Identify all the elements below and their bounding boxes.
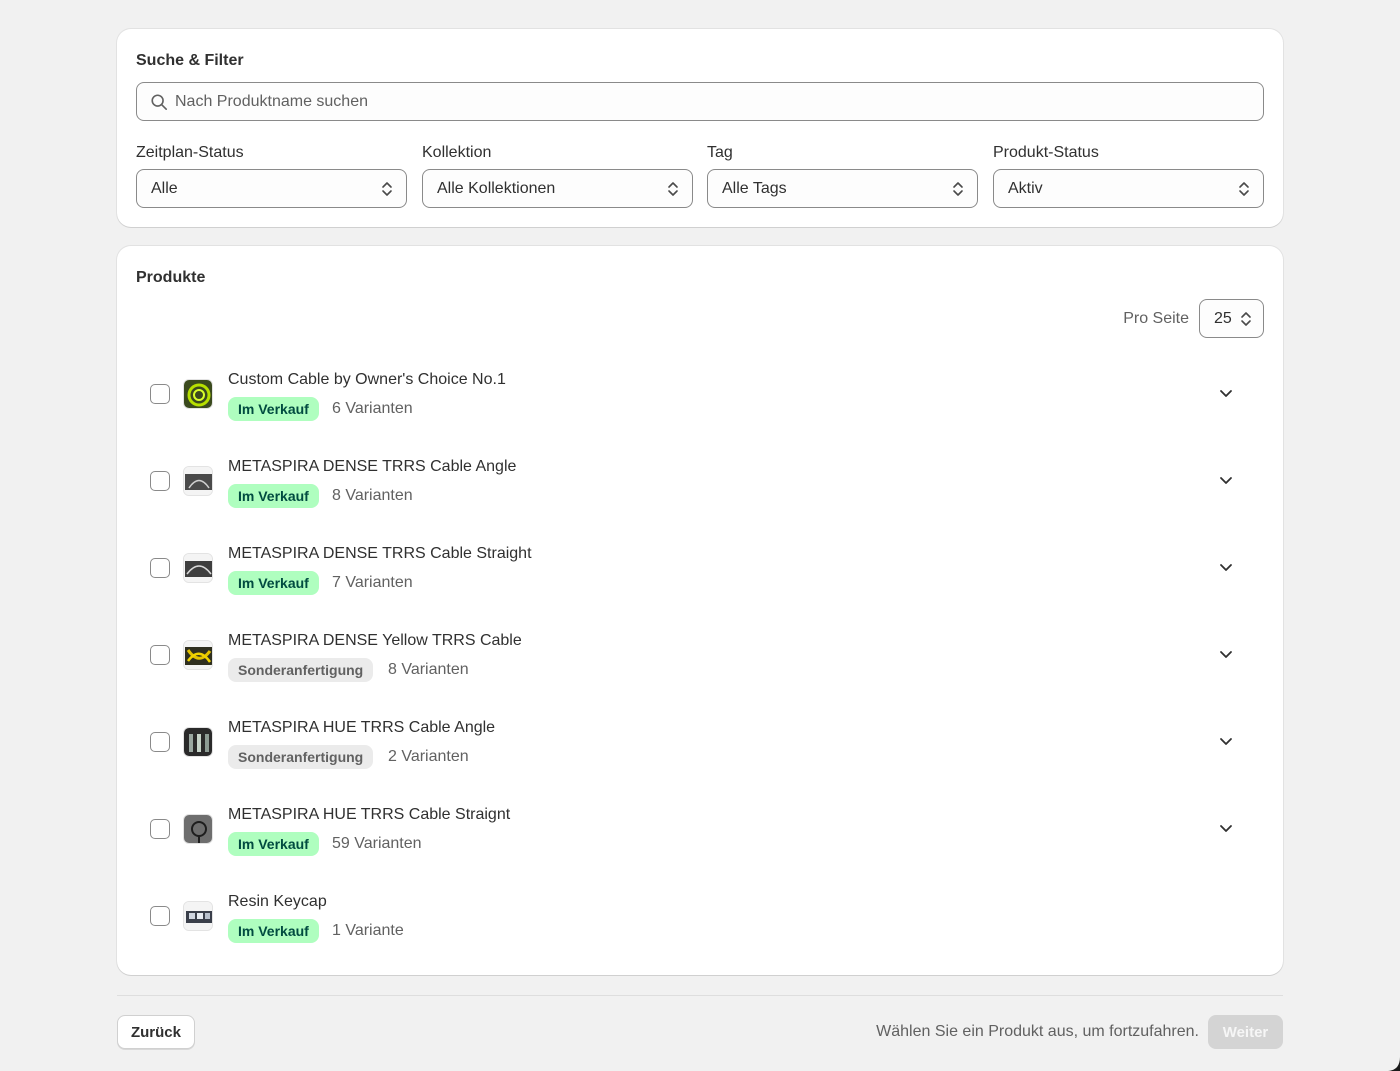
- variant-count: 2 Varianten: [388, 748, 469, 765]
- product-row[interactable]: METASPIRA HUE TRRS Cable Straignt Im Ver…: [136, 782, 1264, 869]
- chevron-down-icon[interactable]: [1218, 733, 1234, 749]
- collection-label: Kollektion: [422, 144, 492, 161]
- select-updown-icon: [668, 182, 678, 196]
- product-title[interactable]: METASPIRA HUE TRRS Cable Straignt: [228, 806, 510, 824]
- select-updown-icon: [1239, 182, 1249, 196]
- select-updown-icon: [382, 182, 392, 196]
- product-title[interactable]: METASPIRA HUE TRRS Cable Angle: [228, 719, 495, 737]
- footer-divider: [117, 995, 1283, 996]
- product-thumbnail: [183, 553, 213, 583]
- product-status-select[interactable]: Aktiv: [993, 169, 1264, 208]
- product-checkbox[interactable]: [150, 906, 170, 926]
- schedule-status-select[interactable]: Alle: [136, 169, 407, 208]
- status-badge: Im Verkauf: [228, 571, 319, 595]
- product-thumbnail: [183, 466, 213, 496]
- product-title[interactable]: METASPIRA DENSE TRRS Cable Angle: [228, 458, 516, 476]
- product-row[interactable]: METASPIRA DENSE Yellow TRRS Cable Sonder…: [136, 608, 1264, 695]
- product-checkbox[interactable]: [150, 471, 170, 491]
- collection-value: Alle Kollektionen: [437, 180, 556, 197]
- product-title[interactable]: METASPIRA DENSE TRRS Cable Straight: [228, 545, 532, 563]
- status-badge: Im Verkauf: [228, 484, 319, 508]
- per-page-select[interactable]: 25: [1199, 299, 1264, 338]
- product-checkbox[interactable]: [150, 558, 170, 578]
- collection-filter: Kollektion Alle Kollektionen: [422, 143, 693, 208]
- chevron-down-icon[interactable]: [1218, 646, 1234, 662]
- schedule-status-filter: Zeitplan-Status Alle: [136, 143, 407, 208]
- filter-card-title: Suche & Filter: [136, 52, 244, 69]
- tag-label: Tag: [707, 144, 733, 161]
- product-status-value: Aktiv: [1008, 180, 1043, 197]
- status-badge: Im Verkauf: [228, 832, 319, 856]
- chevron-down-icon[interactable]: [1218, 472, 1234, 488]
- product-checkbox[interactable]: [150, 732, 170, 752]
- search-icon: [151, 94, 168, 111]
- select-updown-icon: [1241, 312, 1251, 326]
- product-thumbnail: [183, 901, 213, 931]
- products-card: Produkte Pro Seite 25 Custom Cable by Ow…: [117, 246, 1283, 975]
- window-corner: [1386, 1057, 1400, 1071]
- chevron-down-icon[interactable]: [1218, 385, 1234, 401]
- product-checkbox[interactable]: [150, 645, 170, 665]
- product-title[interactable]: Resin Keycap: [228, 893, 327, 911]
- product-thumbnail: [183, 814, 213, 844]
- status-badge: Sonderanfertigung: [228, 658, 374, 682]
- collection-select[interactable]: Alle Kollektionen: [422, 169, 693, 208]
- product-checkbox[interactable]: [150, 384, 170, 404]
- variant-count: 8 Varianten: [332, 487, 413, 504]
- select-updown-icon: [953, 182, 963, 196]
- products-card-title: Produkte: [136, 269, 206, 286]
- tag-filter: Tag Alle Tags: [707, 143, 978, 208]
- search-field[interactable]: [136, 82, 1264, 121]
- product-status-label: Produkt-Status: [993, 144, 1099, 161]
- variant-count: 59 Varianten: [332, 835, 422, 852]
- variant-count: 6 Varianten: [332, 400, 413, 417]
- per-page-value: 25: [1214, 310, 1232, 327]
- product-row[interactable]: METASPIRA HUE TRRS Cable Angle Sonderanf…: [136, 695, 1264, 782]
- schedule-status-label: Zeitplan-Status: [136, 144, 244, 161]
- tag-value: Alle Tags: [722, 180, 787, 197]
- product-row[interactable]: Resin Keycap Im Verkauf 1 Variante: [136, 869, 1264, 956]
- product-title[interactable]: METASPIRA DENSE Yellow TRRS Cable: [228, 632, 522, 650]
- product-thumbnail: [183, 379, 213, 409]
- search-input[interactable]: [175, 83, 1255, 120]
- chevron-down-icon[interactable]: [1218, 820, 1234, 836]
- variant-count: 1 Variante: [332, 922, 404, 939]
- back-button[interactable]: Zurück: [117, 1015, 195, 1049]
- product-checkbox[interactable]: [150, 819, 170, 839]
- per-page-label: Pro Seite: [1123, 310, 1189, 327]
- product-thumbnail: [183, 640, 213, 670]
- tag-select[interactable]: Alle Tags: [707, 169, 978, 208]
- selection-hint: Wählen Sie ein Produkt aus, um fortzufah…: [876, 1023, 1199, 1040]
- variant-count: 7 Varianten: [332, 574, 413, 591]
- status-badge: Sonderanfertigung: [228, 745, 374, 769]
- product-title[interactable]: Custom Cable by Owner's Choice No.1: [228, 371, 506, 389]
- schedule-status-value: Alle: [151, 180, 178, 197]
- status-badge: Im Verkauf: [228, 397, 319, 421]
- product-status-filter: Produkt-Status Aktiv: [993, 143, 1264, 208]
- next-button[interactable]: Weiter: [1208, 1015, 1283, 1049]
- status-badge: Im Verkauf: [228, 919, 319, 943]
- variant-count: 8 Varianten: [388, 661, 469, 678]
- chevron-down-icon[interactable]: [1218, 559, 1234, 575]
- product-thumbnail: [183, 727, 213, 757]
- product-row[interactable]: Custom Cable by Owner's Choice No.1 Im V…: [136, 347, 1264, 434]
- product-row[interactable]: METASPIRA DENSE TRRS Cable Straight Im V…: [136, 521, 1264, 608]
- product-row[interactable]: METASPIRA DENSE TRRS Cable Angle Im Verk…: [136, 434, 1264, 521]
- search-filter-card: Suche & Filter Zeitplan-Status Alle Koll…: [117, 29, 1283, 227]
